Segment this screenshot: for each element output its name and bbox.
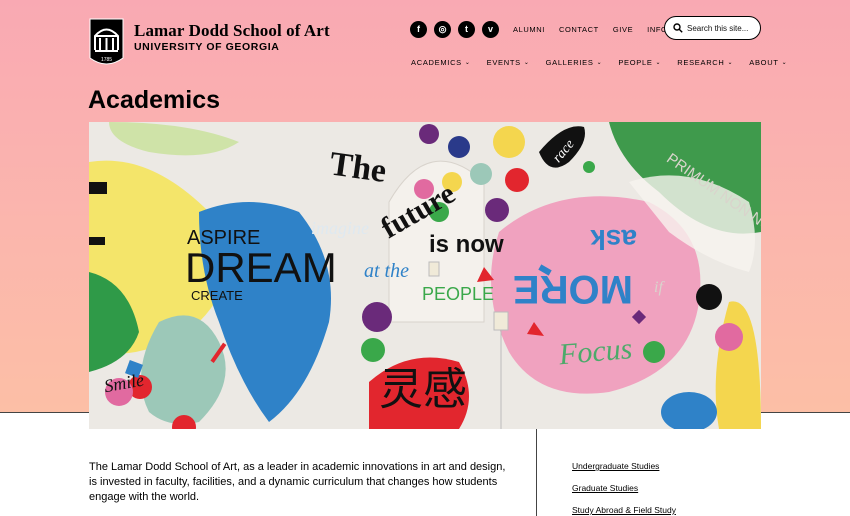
mural-text-focus: Focus bbox=[557, 332, 634, 371]
instagram-icon[interactable]: ◎ bbox=[434, 20, 451, 38]
alumni-link[interactable]: ALUMNI bbox=[513, 25, 545, 34]
mural-text-people: PEOPLE bbox=[422, 284, 494, 304]
nav-research[interactable]: RESEARCH ⌄ bbox=[677, 58, 733, 67]
nav-people[interactable]: PEOPLE ⌄ bbox=[618, 58, 661, 67]
mural-text-at-the: at the bbox=[364, 260, 409, 282]
chevron-down-icon: ⌄ bbox=[596, 60, 603, 66]
mural-text-dream: DREAM bbox=[185, 244, 337, 291]
mural-hero-image: The future is now ASPIRE DREAM CREATE im… bbox=[89, 122, 761, 429]
page-title: Academics bbox=[88, 86, 221, 114]
arch-shield-icon: 1785 bbox=[89, 18, 124, 65]
nav-events[interactable]: EVENTS ⌄ bbox=[487, 58, 530, 67]
mural-text-cjk: 灵感 bbox=[379, 364, 467, 415]
nav-galleries[interactable]: GALLERIES ⌄ bbox=[546, 58, 603, 67]
site-logo[interactable]: 1785 Lamar Dodd School of Art UNIVERSITY… bbox=[89, 18, 330, 69]
mural-text-the: The bbox=[327, 145, 388, 190]
main-navigation: ACADEMICS ⌄ EVENTS ⌄ GALLERIES ⌄ PEOPLE ⌄ RE… bbox=[411, 58, 803, 67]
nav-academics[interactable]: ACADEMICS ⌄ bbox=[411, 58, 471, 67]
mural-text-create: CREATE bbox=[191, 288, 243, 303]
twitter-icon[interactable]: t bbox=[458, 20, 475, 38]
give-link[interactable]: GIVE bbox=[613, 25, 633, 34]
search-icon[interactable] bbox=[673, 23, 683, 33]
utility-bar: f ◎ t v ALUMNI CONTACT GIVE INFO FOR... bbox=[410, 17, 703, 41]
logo-school-name: Lamar Dodd School of Art bbox=[134, 21, 330, 40]
chevron-down-icon: ⌄ bbox=[781, 60, 788, 66]
nav-about[interactable]: ABOUT ⌄ bbox=[749, 58, 787, 67]
mural-illustration: The future is now ASPIRE DREAM CREATE im… bbox=[89, 122, 761, 429]
logo-university-name: UNIVERSITY OF GEORGIA bbox=[134, 41, 280, 53]
link-graduate-studies[interactable]: Graduate Studies bbox=[572, 483, 676, 493]
search-input[interactable] bbox=[687, 23, 759, 33]
academics-sidebar-links: Undergraduate Studies Graduate Studies S… bbox=[572, 461, 676, 516]
mural-text-more: MORE bbox=[513, 267, 633, 311]
facebook-icon[interactable]: f bbox=[410, 20, 427, 38]
mural-text-imagine: imagine bbox=[311, 218, 369, 238]
link-undergraduate-studies[interactable]: Undergraduate Studies bbox=[572, 461, 676, 471]
search-box[interactable] bbox=[664, 16, 761, 40]
link-study-abroad[interactable]: Study Abroad & Field Study bbox=[572, 505, 676, 515]
contact-link[interactable]: CONTACT bbox=[559, 25, 599, 34]
shield-year: 1785 bbox=[101, 57, 112, 63]
chevron-down-icon: ⌄ bbox=[655, 60, 662, 66]
chevron-down-icon: ⌄ bbox=[464, 60, 471, 66]
mural-text-ask: ask bbox=[590, 224, 637, 255]
chevron-down-icon: ⌄ bbox=[523, 60, 530, 66]
academics-intro-text: The Lamar Dodd School of Art, as a leade… bbox=[89, 461, 506, 503]
mural-text-is-now: is now bbox=[429, 231, 504, 258]
content-divider bbox=[536, 429, 537, 516]
vimeo-icon[interactable]: v bbox=[482, 20, 499, 38]
chevron-down-icon: ⌄ bbox=[727, 60, 734, 66]
